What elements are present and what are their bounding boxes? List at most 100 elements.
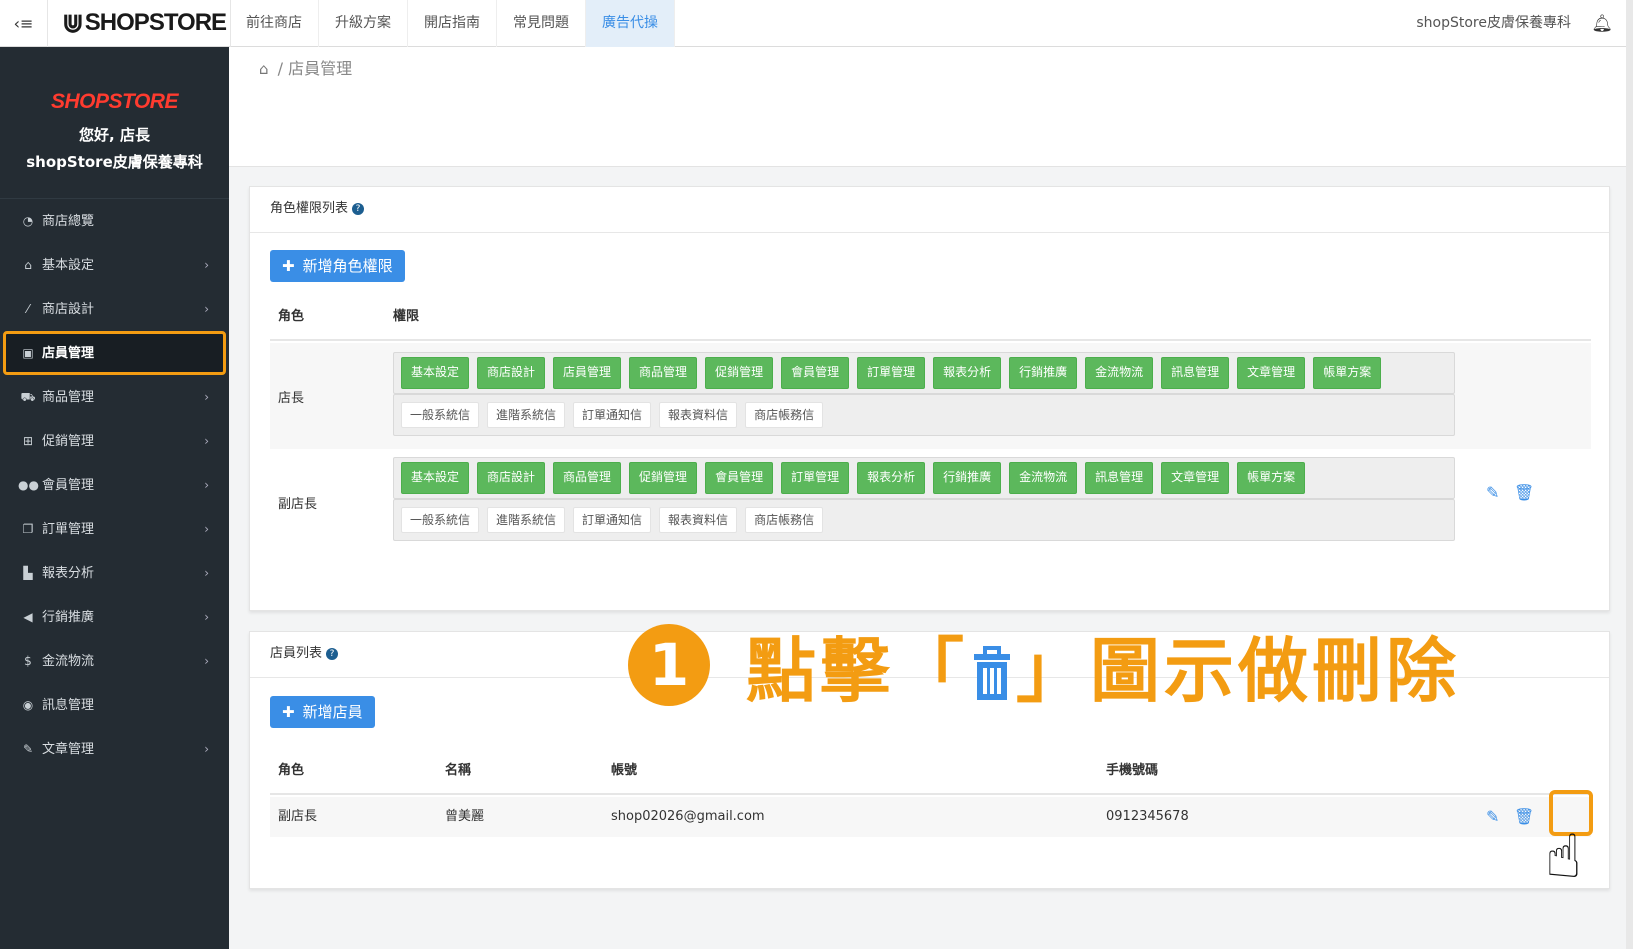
sidebar-item-products[interactable]: ⛟ 商品管理 ›: [0, 375, 229, 419]
perm-tag: 行銷推廣: [933, 462, 1002, 494]
role-name: 副店長: [278, 497, 318, 512]
sidebar-item-articles[interactable]: ✎ 文章管理 ›: [0, 727, 229, 771]
dollar-icon: $: [24, 654, 32, 668]
perm-tag: 報表分析: [857, 462, 926, 494]
sidebar-item-messages[interactable]: ◉ 訊息管理: [0, 683, 229, 727]
perm-tag: 訂單管理: [857, 357, 926, 389]
perm-tag: 促銷管理: [705, 357, 774, 389]
sidebar-item-overview[interactable]: ◔ 商店總覽: [0, 199, 229, 243]
role-row-owner: 店長 基本設定 商店設計 店員管理 商品管理 促銷管理 會員管理 訂單管理 報表…: [270, 343, 1591, 449]
col-role: 角色: [278, 309, 305, 324]
col-phone: 手機號碼: [1106, 763, 1159, 778]
top-nav: 前往商店 升級方案 開店指南 常見問題 廣告代操: [230, 0, 675, 47]
top-navbar: ‹≡ ⋓ SHOPSTORE 前往商店 升級方案 開店指南 常見問題 廣告代操 s…: [0, 0, 1633, 47]
add-role-button[interactable]: ✚ 新增角色權限: [270, 250, 405, 282]
roles-panel: 角色權限列表? ✚ 新增角色權限 角色 權限 店長 基本設定 商店設計 店員管理 …: [249, 186, 1610, 611]
perm-tag: 基本設定: [401, 462, 470, 494]
chevron-right-icon: ›: [204, 478, 209, 492]
sidebar-logo: SHOPSTORE: [51, 90, 178, 113]
sidebar-item-members[interactable]: ●● 會員管理 ›: [0, 463, 229, 507]
staff-role: 副店長: [278, 809, 318, 824]
nav-link-ads[interactable]: 廣告代操: [586, 0, 675, 47]
sidebar-item-orders[interactable]: ❐ 訂單管理 ›: [0, 507, 229, 551]
main-content: ⌂ / 店員管理 角色權限列表? ✚ 新增角色權限 角色 權限 店長 基本設定 商…: [229, 47, 1626, 949]
edit-role-pencil-icon[interactable]: ✎: [1486, 483, 1499, 502]
sidebar-item-promotions[interactable]: ⊞ 促銷管理 ›: [0, 419, 229, 463]
chevron-right-icon: ›: [204, 566, 209, 580]
mail-tag: 進階系統信: [487, 507, 566, 533]
table-row: 副店長 曾美麗 shop02026@gmail.com 0912345678 ✎…: [270, 797, 1591, 837]
chevron-right-icon: ›: [204, 434, 209, 448]
sidebar: SHOPSTORE 您好, 店長 shopStore皮膚保養專科 ◔ 商店總覽 ⌂…: [0, 47, 229, 949]
perm-tag: 文章管理: [1237, 357, 1306, 389]
chevron-right-icon: ›: [204, 258, 209, 272]
perm-tag: 行銷推廣: [1009, 357, 1078, 389]
sidebar-item-staff[interactable]: ▣ 店員管理: [3, 331, 226, 375]
bullhorn-icon: ◀: [23, 610, 33, 624]
hand-pointer-icon: ☝︎: [1545, 822, 1582, 892]
perm-tag: 帳單方案: [1313, 357, 1382, 389]
nav-link-faq[interactable]: 常見問題: [497, 0, 586, 47]
mail-tag: 訂單通知信: [573, 507, 652, 533]
mail-permissions: 一般系統信 進階系統信 訂單通知信 報表資料信 商店帳務信: [393, 499, 1455, 541]
roles-panel-title: 角色權限列表?: [250, 187, 1609, 233]
delete-staff-trash-icon[interactable]: 🗑︎: [1514, 797, 1534, 837]
mail-permissions: 一般系統信 進階系統信 訂單通知信 報表資料信 商店帳務信: [393, 394, 1455, 436]
col-role: 角色: [278, 763, 305, 778]
sidebar-item-store-design[interactable]: ⁄ 商店設計 ›: [0, 287, 229, 331]
staff-account: shop02026@gmail.com: [611, 809, 765, 824]
role-name: 店長: [278, 391, 305, 406]
mail-tag: 報表資料信: [659, 402, 738, 428]
sidebar-item-marketing[interactable]: ◀ 行銷推廣 ›: [0, 595, 229, 639]
bar-chart-icon: ▙: [23, 566, 33, 580]
perm-tag: 會員管理: [781, 357, 850, 389]
plus-icon: ✚: [282, 257, 295, 275]
module-permissions: 基本設定 商店設計 店員管理 商品管理 促銷管理 會員管理 訂單管理 報表分析 …: [393, 352, 1455, 394]
mail-tag: 一般系統信: [401, 402, 480, 428]
scrollbar[interactable]: [1626, 0, 1633, 949]
sidebar-menu: ◔ 商店總覽 ⌂ 基本設定 › ⁄ 商店設計 › ▣ 店員管理 ⛟ 商品管理 › ⊞ 促銷管理 › …: [0, 199, 229, 771]
greeting: 您好, 店長: [79, 126, 150, 144]
menu-collapse-icon: ‹≡: [13, 14, 34, 33]
roles-table-header: 角色 權限: [270, 293, 1591, 341]
perm-tag: 基本設定: [401, 357, 470, 389]
magic-wand-icon: ⁄: [26, 302, 29, 316]
perm-tag: 訊息管理: [1161, 357, 1230, 389]
header-logo[interactable]: ⋓ SHOPSTORE: [62, 6, 227, 40]
sidebar-item-payment-logistics[interactable]: $ 金流物流 ›: [0, 639, 229, 683]
perm-tag: 金流物流: [1009, 462, 1078, 494]
role-row-deputy: 副店長 基本設定 商店設計 商品管理 促銷管理 會員管理 訂單管理 報表分析 行…: [270, 449, 1591, 557]
edit-staff-pencil-icon[interactable]: ✎: [1486, 797, 1499, 837]
sidebar-store-name: shopStore皮膚保養專科: [26, 153, 203, 171]
mail-tag: 商店帳務信: [745, 507, 824, 533]
sidebar-item-basic-settings[interactable]: ⌂ 基本設定 ›: [0, 243, 229, 287]
staff-name: 曾美麗: [445, 809, 485, 824]
delete-role-trash-icon[interactable]: 🗑︎: [1514, 483, 1534, 502]
step-number-badge: 1: [628, 624, 710, 706]
col-account: 帳號: [611, 763, 638, 778]
breadcrumb-current: 店員管理: [288, 59, 353, 78]
mail-tag: 進階系統信: [487, 402, 566, 428]
help-icon[interactable]: ?: [326, 647, 339, 660]
breadcrumb-separator: /: [277, 59, 284, 78]
col-name: 名稱: [445, 763, 472, 778]
trash-icon: [974, 646, 1010, 701]
store-name-menu[interactable]: shopStore皮膚保養專科: [1416, 0, 1571, 47]
nav-link-store[interactable]: 前往商店: [230, 0, 319, 47]
perm-tag: 會員管理: [705, 462, 774, 494]
add-staff-button[interactable]: ✚ 新增店員: [270, 696, 375, 728]
help-icon[interactable]: ?: [352, 202, 365, 215]
sidebar-item-reports[interactable]: ▙ 報表分析 ›: [0, 551, 229, 595]
dashboard-icon: ◔: [22, 214, 34, 228]
mail-tag: 商店帳務信: [745, 402, 824, 428]
cart-icon: ⛟: [20, 390, 36, 404]
sidebar-toggle-button[interactable]: ‹≡: [0, 0, 48, 47]
nav-link-upgrade[interactable]: 升級方案: [319, 0, 408, 47]
home-icon[interactable]: ⌂: [259, 60, 269, 78]
bell-icon[interactable]: 🔔︎: [1591, 14, 1613, 34]
module-permissions: 基本設定 商店設計 商品管理 促銷管理 會員管理 訂單管理 報表分析 行銷推廣 …: [393, 457, 1455, 499]
mail-tag: 訂單通知信: [573, 402, 652, 428]
users-icon: ●●: [18, 478, 39, 492]
nav-link-guide[interactable]: 開店指南: [408, 0, 497, 47]
perm-tag: 店員管理: [553, 357, 622, 389]
